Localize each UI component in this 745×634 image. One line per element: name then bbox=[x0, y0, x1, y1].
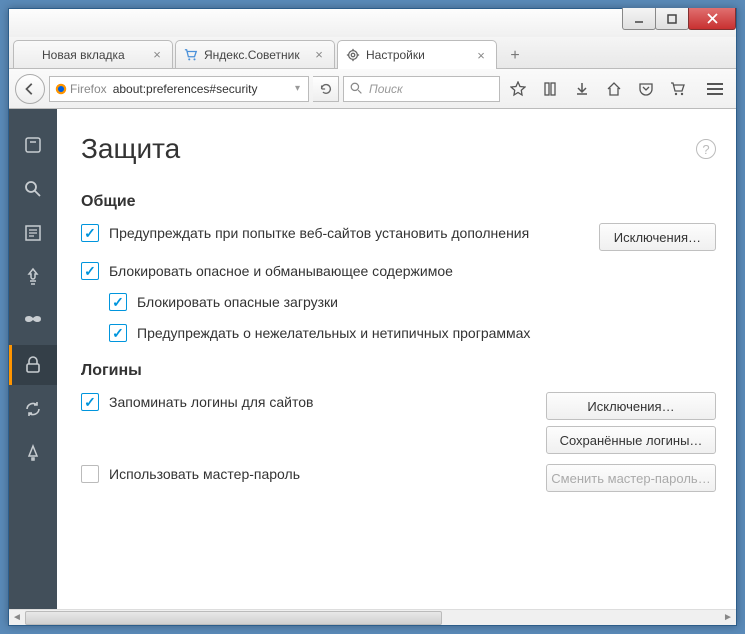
maximize-button[interactable] bbox=[655, 8, 689, 30]
back-button[interactable] bbox=[15, 74, 45, 104]
sidebar-item-security[interactable] bbox=[9, 345, 57, 385]
pocket-icon[interactable] bbox=[632, 75, 660, 103]
bookmark-star-icon[interactable] bbox=[504, 75, 532, 103]
scroll-left-icon[interactable]: ◄ bbox=[9, 610, 25, 626]
titlebar bbox=[9, 9, 736, 37]
row-warn-unwanted: Предупреждать о нежелательных и нетипичн… bbox=[109, 323, 716, 344]
sidebar-item-privacy[interactable] bbox=[9, 301, 57, 341]
row-warn-addons: Предупреждать при попытке веб-сайтов уст… bbox=[81, 223, 716, 251]
change-master-password-button[interactable]: Сменить мастер-пароль… bbox=[546, 464, 716, 492]
help-icon[interactable]: ? bbox=[696, 139, 716, 159]
scroll-right-icon[interactable]: ► bbox=[720, 610, 736, 626]
preferences-sidebar bbox=[9, 109, 57, 609]
content-area: Защита ? Общие Предупреждать при попытке… bbox=[9, 109, 736, 609]
search-placeholder: Поиск bbox=[369, 82, 403, 96]
reader-icon[interactable] bbox=[536, 75, 564, 103]
sidebar-item-general[interactable] bbox=[9, 125, 57, 165]
reload-button[interactable] bbox=[313, 76, 339, 102]
checkbox-block-downloads[interactable] bbox=[109, 293, 127, 311]
home-icon[interactable] bbox=[600, 75, 628, 103]
tab-close-icon[interactable]: × bbox=[150, 48, 164, 62]
search-bar[interactable]: Поиск bbox=[343, 76, 500, 102]
tab-strip: Новая вкладка × Яндекс.Советник × Настро… bbox=[9, 37, 736, 69]
logins-exceptions-button[interactable]: Исключения… bbox=[546, 392, 716, 420]
main-panel: Защита ? Общие Предупреждать при попытке… bbox=[57, 109, 736, 609]
url-bar[interactable]: Firefox about:preferences#security ▾ bbox=[49, 76, 309, 102]
checkbox-remember-logins[interactable] bbox=[81, 393, 99, 411]
exceptions-button[interactable]: Исключения… bbox=[599, 223, 716, 251]
saved-logins-button[interactable]: Сохранённые логины… bbox=[546, 426, 716, 454]
close-button[interactable] bbox=[688, 8, 736, 30]
window-controls bbox=[623, 8, 736, 30]
nav-toolbar: Firefox about:preferences#security ▾ Пои… bbox=[9, 69, 736, 109]
menu-button[interactable] bbox=[700, 75, 730, 103]
checkbox-master-password[interactable] bbox=[81, 465, 99, 483]
cart-icon[interactable] bbox=[664, 75, 692, 103]
scrollbar-track[interactable] bbox=[25, 610, 720, 626]
row-master-password: Использовать мастер-пароль Сменить масте… bbox=[81, 464, 716, 492]
checkbox-warn-unwanted[interactable] bbox=[109, 324, 127, 342]
sidebar-item-sync[interactable] bbox=[9, 389, 57, 429]
logins-buttons: Исключения… Сохранённые логины… bbox=[538, 392, 716, 454]
label-remember-logins: Запоминать логины для сайтов bbox=[109, 392, 538, 413]
row-block-dangerous: Блокировать опасное и обманывающее содер… bbox=[81, 261, 716, 282]
checkbox-warn-addons[interactable] bbox=[81, 224, 99, 242]
dropdown-icon[interactable]: ▾ bbox=[291, 83, 304, 94]
label-block-downloads: Блокировать опасные загрузки bbox=[137, 292, 716, 313]
tab-settings[interactable]: Настройки × bbox=[337, 40, 497, 69]
label-master-password: Использовать мастер-пароль bbox=[109, 464, 538, 485]
sidebar-item-content[interactable] bbox=[9, 213, 57, 253]
page-header: Защита ? bbox=[81, 133, 716, 165]
label-warn-unwanted: Предупреждать о нежелательных и нетипичн… bbox=[137, 323, 716, 344]
identity-label: Firefox bbox=[70, 82, 107, 96]
gear-icon bbox=[346, 48, 360, 62]
firefox-icon bbox=[54, 82, 68, 96]
download-icon[interactable] bbox=[568, 75, 596, 103]
tab-close-icon[interactable]: × bbox=[312, 48, 326, 62]
search-icon bbox=[350, 82, 363, 95]
checkbox-block-dangerous[interactable] bbox=[81, 262, 99, 280]
section-logins-heading: Логины bbox=[81, 362, 716, 380]
sidebar-item-search[interactable] bbox=[9, 169, 57, 209]
page-icon bbox=[22, 48, 36, 62]
section-general-heading: Общие bbox=[81, 193, 716, 211]
row-block-downloads: Блокировать опасные загрузки bbox=[109, 292, 716, 313]
horizontal-scrollbar[interactable]: ◄ ► bbox=[9, 609, 736, 625]
label-block-dangerous: Блокировать опасное и обманывающее содер… bbox=[109, 261, 716, 282]
app-window: Новая вкладка × Яндекс.Советник × Настро… bbox=[8, 8, 737, 626]
url-text: about:preferences#security bbox=[113, 82, 291, 96]
row-remember-logins: Запоминать логины для сайтов Исключения…… bbox=[81, 392, 716, 454]
scrollbar-thumb[interactable] bbox=[25, 611, 442, 625]
label-warn-addons: Предупреждать при попытке веб-сайтов уст… bbox=[109, 223, 591, 244]
minimize-button[interactable] bbox=[622, 8, 656, 30]
sidebar-item-applications[interactable] bbox=[9, 257, 57, 297]
tab-label: Новая вкладка bbox=[42, 48, 150, 62]
cart-icon bbox=[184, 48, 198, 62]
tab-new[interactable]: Новая вкладка × bbox=[13, 40, 173, 68]
tab-label: Настройки bbox=[366, 48, 474, 62]
page-title: Защита bbox=[81, 133, 180, 165]
sidebar-item-advanced[interactable] bbox=[9, 433, 57, 473]
tab-close-icon[interactable]: × bbox=[474, 48, 488, 62]
new-tab-button[interactable]: + bbox=[501, 44, 529, 68]
tab-yandex[interactable]: Яндекс.Советник × bbox=[175, 40, 335, 68]
tab-label: Яндекс.Советник bbox=[204, 48, 312, 62]
